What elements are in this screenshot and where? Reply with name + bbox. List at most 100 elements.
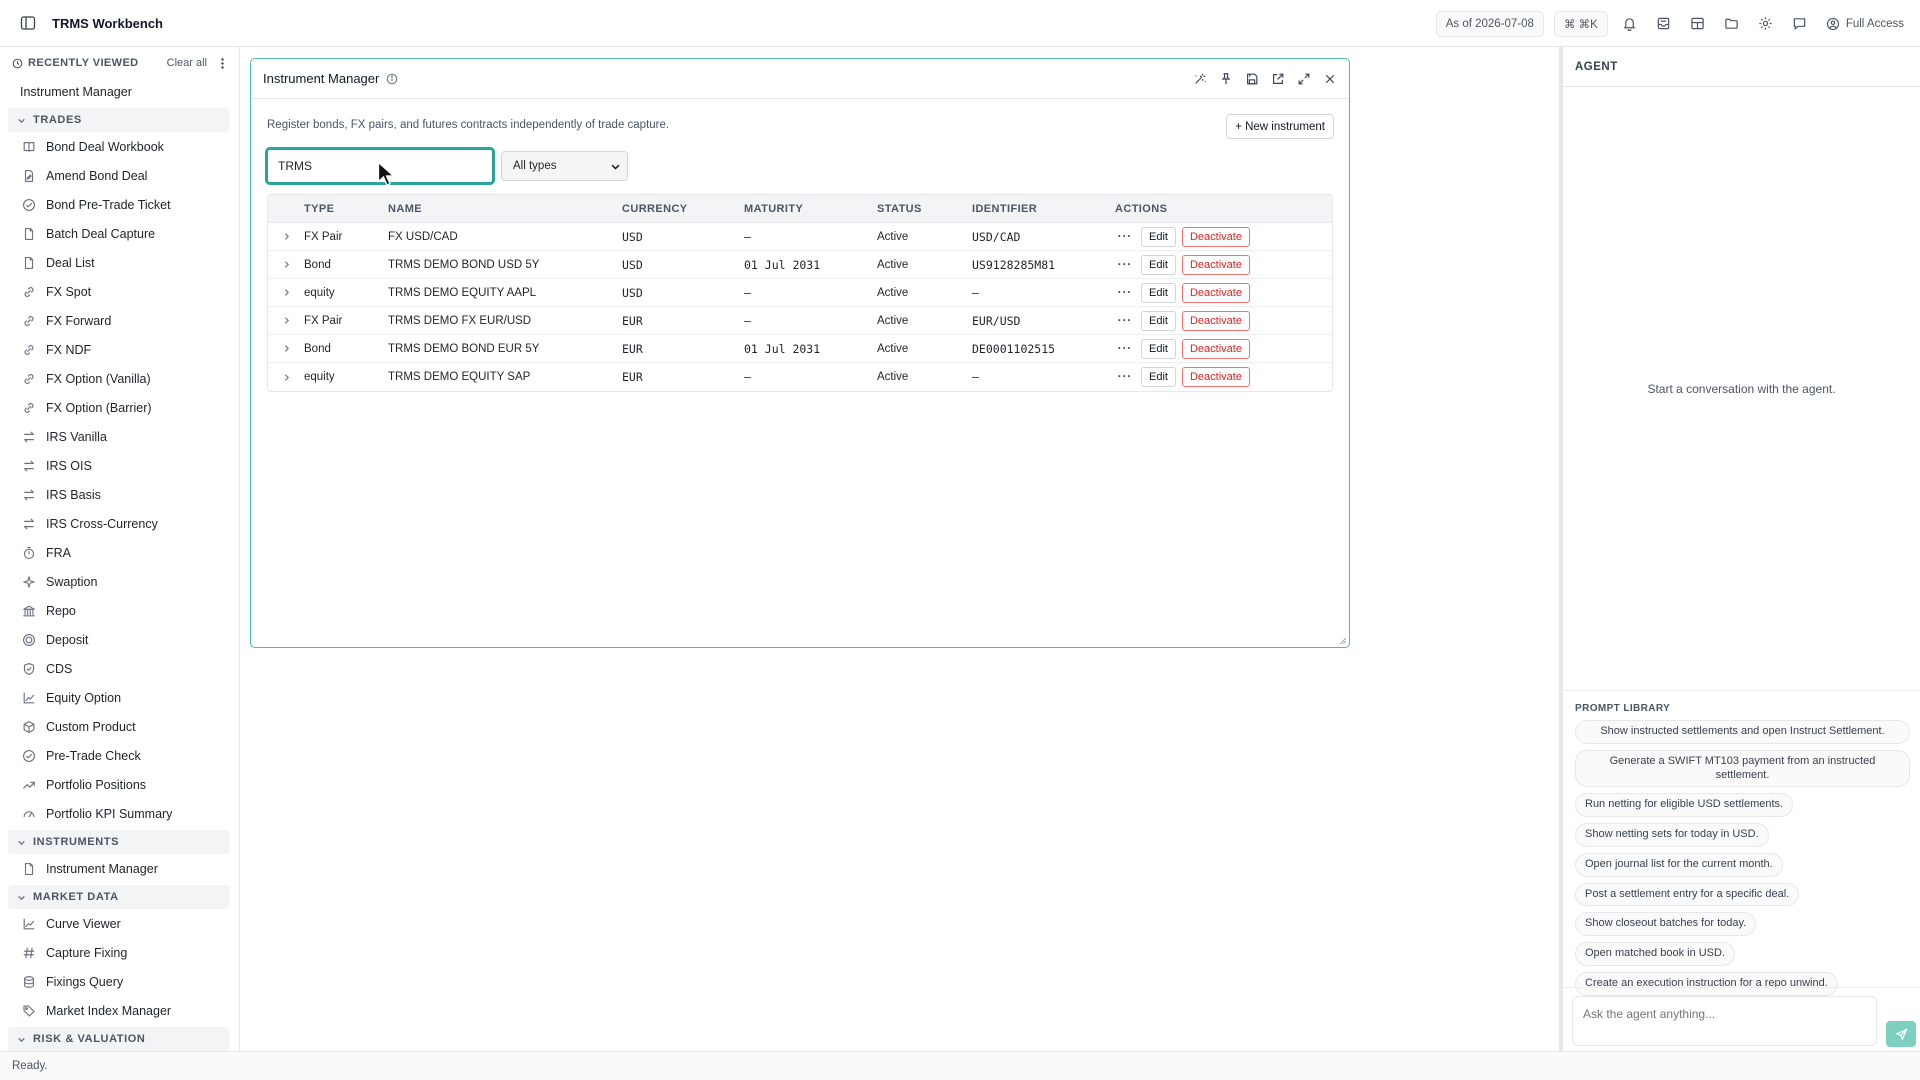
gear-icon[interactable] <box>1754 12 1778 36</box>
save-icon[interactable] <box>1243 70 1261 88</box>
prompt-chip[interactable]: Show closeout batches for today. <box>1575 912 1757 936</box>
send-button[interactable] <box>1886 1021 1916 1047</box>
sidebar-item-repo[interactable]: Repo <box>0 596 239 625</box>
sidebar-item-batch-deal-capture[interactable]: Batch Deal Capture <box>0 219 239 248</box>
column-header-identifier[interactable]: IDENTIFIER <box>972 203 1115 215</box>
close-icon[interactable] <box>1321 70 1339 88</box>
edit-button[interactable]: Edit <box>1141 226 1176 247</box>
deactivate-button[interactable]: Deactivate <box>1181 226 1250 247</box>
sidebar-item-deal-list[interactable]: Deal List <box>0 248 239 277</box>
section-header-instruments[interactable]: INSTRUMENTS <box>8 830 229 854</box>
sidebar-item-portfolio-kpi-summary[interactable]: Portfolio KPI Summary <box>0 799 239 828</box>
table-row[interactable]: equity TRMS DEMO EQUITY SAP EUR — Active — ···… <box>268 363 1332 391</box>
sidebar-item-capture-fixing[interactable]: Capture Fixing <box>0 938 239 967</box>
search-input[interactable] <box>265 147 495 185</box>
expand-row-chevron-icon[interactable] <box>268 232 304 241</box>
deactivate-button[interactable]: Deactivate <box>1181 367 1250 387</box>
expand-row-chevron-icon[interactable] <box>268 260 304 269</box>
sidebar-item-fra[interactable]: FRA <box>0 538 239 567</box>
info-icon[interactable] <box>386 73 398 85</box>
sidebar-item-swaption[interactable]: Swaption <box>0 567 239 596</box>
folder-icon[interactable] <box>1720 12 1744 36</box>
table-row[interactable]: equity TRMS DEMO EQUITY AAPL USD — Active — ··… <box>268 279 1332 307</box>
sidebar-item-irs-cross-currency[interactable]: IRS Cross-Currency <box>0 509 239 538</box>
sidebar-item-cds[interactable]: CDS <box>0 654 239 683</box>
deactivate-button[interactable]: Deactivate <box>1181 282 1250 303</box>
section-header-market-data[interactable]: MARKET DATA <box>8 885 229 909</box>
row-more-button[interactable]: ··· <box>1115 231 1135 243</box>
table-row[interactable]: FX Pair FX USD/CAD USD — Active USD/CAD ··· Edi… <box>268 223 1332 251</box>
sidebar-item-irs-vanilla[interactable]: IRS Vanilla <box>0 422 239 451</box>
row-more-button[interactable]: ··· <box>1115 259 1135 271</box>
sidebar-item-irs-basis[interactable]: IRS Basis <box>0 480 239 509</box>
sidebar-item-fx-option-vanilla[interactable]: FX Option (Vanilla) <box>0 364 239 393</box>
sidebar-item-equity-option[interactable]: Equity Option <box>0 683 239 712</box>
type-filter-select[interactable]: All types <box>501 151 628 181</box>
inbox-icon[interactable] <box>1652 12 1676 36</box>
edit-button[interactable]: Edit <box>1141 254 1176 275</box>
sidebar-item-bond-deal-workbook[interactable]: Bond Deal Workbook <box>0 132 239 161</box>
sidebar-item-fixings-query[interactable]: Fixings Query <box>0 967 239 996</box>
sidebar-item-fx-spot[interactable]: FX Spot <box>0 277 239 306</box>
sidebar-item-instrument-manager[interactable]: Instrument Manager <box>0 854 239 883</box>
resize-handle-icon[interactable] <box>1339 637 1347 645</box>
sidebar-item-amend-bond-deal[interactable]: Amend Bond Deal <box>0 161 239 190</box>
new-instrument-button[interactable]: + New instrument <box>1226 114 1334 139</box>
section-header-trades[interactable]: TRADES <box>8 108 229 132</box>
sidebar-item-fx-option-barrier[interactable]: FX Option (Barrier) <box>0 393 239 422</box>
row-more-button[interactable]: ··· <box>1115 371 1135 383</box>
prompt-chip[interactable]: Show netting sets for today in USD. <box>1575 823 1769 847</box>
magic-wand-icon[interactable] <box>1191 70 1209 88</box>
prompt-chip[interactable]: Run netting for eligible USD settlements… <box>1575 793 1794 817</box>
column-header-status[interactable]: STATUS <box>877 203 972 215</box>
edit-button[interactable]: Edit <box>1141 310 1176 331</box>
column-header-type[interactable]: TYPE <box>304 203 388 215</box>
edit-button[interactable]: Edit <box>1141 367 1176 387</box>
external-link-icon[interactable] <box>1269 70 1287 88</box>
sidebar-item-deposit[interactable]: Deposit <box>0 625 239 654</box>
sidebar-item-curve-viewer[interactable]: Curve Viewer <box>0 909 239 938</box>
sidebar-item-market-index-manager[interactable]: Market Index Manager <box>0 996 239 1025</box>
agent-chat-input[interactable] <box>1572 996 1877 1046</box>
layout-icon[interactable] <box>1686 12 1710 36</box>
expand-row-chevron-icon[interactable] <box>268 288 304 297</box>
column-header-currency[interactable]: CURRENCY <box>622 203 744 215</box>
row-more-button[interactable]: ··· <box>1115 287 1135 299</box>
prompt-chip[interactable]: Post a settlement entry for a specific d… <box>1575 882 1800 907</box>
kebab-menu-icon[interactable] <box>217 57 227 69</box>
sidebar-item-bond-pre-trade-ticket[interactable]: Bond Pre-Trade Ticket <box>0 190 239 219</box>
expand-row-chevron-icon[interactable] <box>268 373 304 382</box>
table-row[interactable]: Bond TRMS DEMO BOND USD 5Y USD 01 Jul 2031 A… <box>268 251 1332 279</box>
row-more-button[interactable]: ··· <box>1115 315 1135 327</box>
chat-icon[interactable] <box>1788 12 1812 36</box>
deactivate-button[interactable]: Deactivate <box>1181 338 1250 359</box>
edit-button[interactable]: Edit <box>1141 282 1176 303</box>
deactivate-button[interactable]: Deactivate <box>1181 310 1250 331</box>
expand-row-chevron-icon[interactable] <box>268 344 304 353</box>
command-palette-button[interactable]: ⌘ ⌘K <box>1553 10 1608 37</box>
prompt-chip[interactable]: Show instructed settlements and open Ins… <box>1575 720 1910 744</box>
prompt-chip[interactable]: Open journal list for the current month. <box>1575 852 1783 877</box>
sidebar-toggle-icon[interactable] <box>15 10 41 36</box>
sidebar-item-portfolio-positions[interactable]: Portfolio Positions <box>0 770 239 799</box>
section-header-risk-and-valuation[interactable]: RISK & VALUATION <box>8 1027 229 1051</box>
sidebar-item-irs-ois[interactable]: IRS OIS <box>0 451 239 480</box>
recent-item-instrument-manager[interactable]: Instrument Manager <box>0 77 239 106</box>
prompt-chip[interactable]: Open matched book in USD. <box>1575 942 1736 966</box>
clear-all-button[interactable]: Clear all <box>167 57 207 69</box>
row-more-button[interactable]: ··· <box>1115 343 1135 355</box>
sidebar-item-custom-product[interactable]: Custom Product <box>0 712 239 741</box>
pin-icon[interactable] <box>1217 70 1235 88</box>
sidebar-item-pre-trade-check[interactable]: Pre-Trade Check <box>0 741 239 770</box>
sidebar-item-fx-forward[interactable]: FX Forward <box>0 306 239 335</box>
expand-row-chevron-icon[interactable] <box>268 316 304 325</box>
maximize-icon[interactable] <box>1295 70 1313 88</box>
deactivate-button[interactable]: Deactivate <box>1181 254 1250 275</box>
bell-icon[interactable] <box>1618 12 1642 36</box>
access-menu[interactable]: Full Access <box>1826 17 1904 31</box>
sidebar-item-fx-ndf[interactable]: FX NDF <box>0 335 239 364</box>
column-header-name[interactable]: NAME <box>388 203 622 215</box>
table-row[interactable]: FX Pair TRMS DEMO FX EUR/USD EUR — Active EUR… <box>268 307 1332 335</box>
table-row[interactable]: Bond TRMS DEMO BOND EUR 5Y EUR 01 Jul 2031 A… <box>268 335 1332 363</box>
prompt-chip[interactable]: Generate a SWIFT MT103 payment from an i… <box>1575 749 1910 788</box>
